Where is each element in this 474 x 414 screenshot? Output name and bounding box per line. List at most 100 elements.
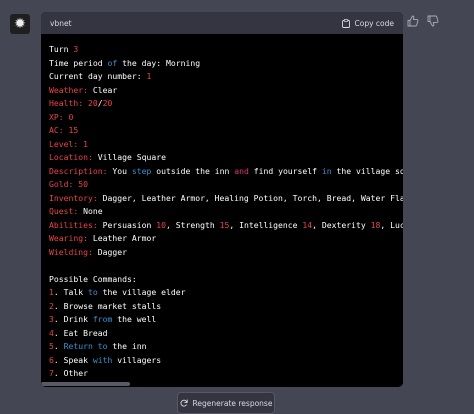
code-token: from [92,314,113,324]
code-language-label: vbnet [50,18,72,28]
code-line: Turn 3 [49,43,403,57]
code-token: Wearing: [49,233,88,243]
code-token: , Luck [380,219,403,230]
code-token: 15 [219,219,230,230]
code-token: Time period [49,57,108,68]
thumbs-up-icon[interactable] [407,15,419,27]
clipboard-icon [341,18,350,28]
code-token: 10 [156,219,166,230]
code-line: Weather: Clear [49,84,403,98]
code-line: Level: 1 [49,138,403,152]
code-token: Clear [87,84,118,95]
code-token: . Browse market stalls [53,300,162,311]
code-token: find yourself [248,165,322,176]
code-token: in [321,165,332,176]
code-token: . [53,341,64,351]
code-token: Health: [49,98,84,108]
code-token: , Strength [165,219,220,230]
code-token: You [107,165,132,176]
code-line: 2. Browse market stalls [49,300,403,314]
thumbs-down-icon[interactable] [427,15,439,27]
code-line: Health: 20/20 [49,97,403,111]
code-token: outside the inn [151,165,235,176]
code-content[interactable]: Turn 3 Time period of the day: Morning Cur… [41,34,403,387]
scrollbar-thumb[interactable] [41,382,130,386]
code-line: Location: Village Square [49,151,403,165]
code-line: 7. Other [49,367,403,381]
code-token: . Drink [53,314,93,324]
code-line: 5. Return to the inn [49,340,403,354]
code-token: villagers [112,354,162,365]
code-token: Quest: [49,206,79,216]
code-token: . Eat Bread [53,327,108,338]
code-line: XP: 0 [49,111,403,125]
code-token: the well [112,314,157,324]
code-token: Possible Commands: [49,273,137,284]
code-token: 14 [302,219,313,230]
code-token: Turn [49,44,74,54]
code-token: 20 [102,98,113,108]
copy-code-label: Copy code [354,18,395,28]
code-token: Dagger [92,246,127,257]
code-line: Possible Commands: [49,273,403,287]
code-token: step [131,165,152,176]
code-token: Return [63,341,93,351]
code-token: Village Square [92,152,166,162]
code-line: 3. Drink from the well [49,313,403,327]
horizontal-scrollbar[interactable] [41,381,403,387]
code-token: , Intelligence [229,219,303,230]
code-line: Wielding: Dagger [49,246,403,260]
code-token: the village square. The [336,165,403,176]
code-token: Weather: [49,84,88,95]
code-token: Level: 1 [49,138,88,149]
code-token: Description: [49,165,108,176]
code-line: 1. Talk to the village elder [49,286,403,300]
regenerate-label: Regenerate response [192,398,273,408]
code-token: the village elder [97,287,186,297]
code-token: Abilities: [49,219,98,230]
code-token: , Dexterity [312,219,371,230]
code-token: 1 [146,71,152,81]
code-line: Gold: 50 [49,178,403,192]
code-token: . Other [53,368,88,378]
code-line: Time period of the day: Morning [49,57,403,71]
code-line: 4. Eat Bread [49,327,403,341]
code-line: Current day number: 1 [49,70,403,84]
code-token: of [107,57,118,68]
code-token: . Speak [53,354,93,365]
code-token: XP: 0 [49,111,74,122]
code-token: None [78,206,103,216]
code-line: Inventory: Dagger, Leather Armor, Healin… [49,192,403,206]
code-token: Leather Armor [87,233,157,243]
code-token: Wielding: [49,246,93,257]
code-token: Dagger, Leather Armor, Healing Potion, T… [97,192,403,203]
code-token: 18 [370,219,381,230]
code-token: the inn [107,341,147,351]
code-token: Gold: 50 [49,179,88,189]
assistant-avatar: ✹ [10,14,30,34]
code-line: Quest: None [49,205,403,219]
code-token: . Talk [53,287,88,297]
code-token: the day: Morning [117,57,201,68]
code-token: 20 [88,98,98,108]
copy-code-button[interactable]: Copy code [341,18,395,28]
code-token: and [234,165,249,176]
code-token: with [92,354,113,365]
code-token: Current day number: [49,71,147,81]
code-header: vbnet Copy code [41,12,403,34]
code-token: AC: 15 [49,125,79,135]
code-block: vbnet Copy code Turn 3 Time period of the… [41,12,403,387]
code-token: to [88,287,98,297]
code-token: Inventory: [49,192,98,203]
openai-logo-icon: ✹ [14,16,26,32]
code-token: 3 [73,44,79,54]
code-token: Persuasion [97,219,157,230]
code-line: 6. Speak with villagers [49,354,403,368]
code-line: AC: 15 [49,124,403,138]
code-token: to [97,341,108,351]
code-line: Abilities: Persuasion 10, Strength 15, I… [49,219,403,233]
code-token: Location: [49,152,93,162]
code-line: Wearing: Leather Armor [49,232,403,246]
feedback-buttons [407,15,439,27]
